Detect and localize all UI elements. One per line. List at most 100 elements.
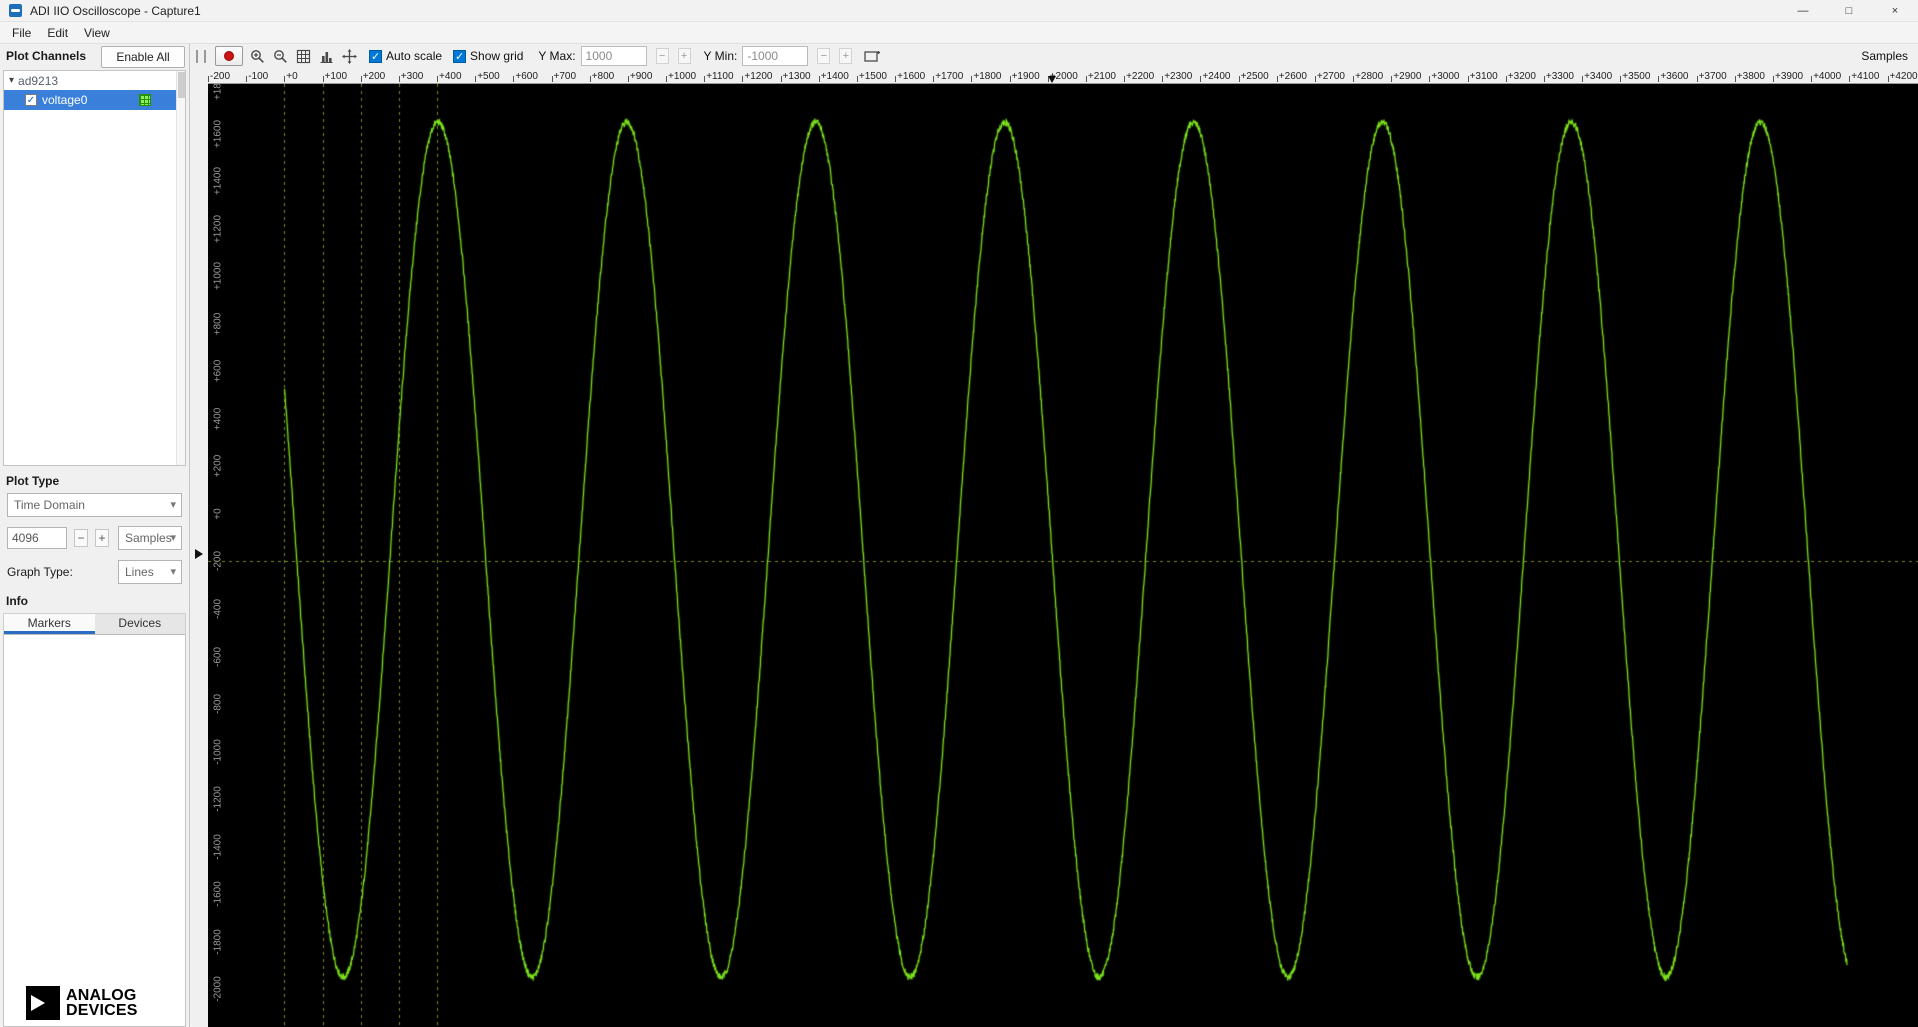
sidebar: Plot Channels Enable All ▾ ad9213 voltag… <box>0 44 190 1027</box>
menu-file[interactable]: File <box>4 22 39 43</box>
y-min-label: Y Min: <box>703 49 738 63</box>
tab-devices[interactable]: Devices <box>95 614 186 634</box>
x-tick-label: +100 <box>322 71 348 82</box>
close-button[interactable]: × <box>1872 0 1918 21</box>
x-tick-label: +3900 <box>1773 71 1804 82</box>
x-tick-label: +2800 <box>1353 71 1384 82</box>
auto-scale-group: Auto scale <box>369 49 442 63</box>
x-tick-label: +2200 <box>1124 71 1155 82</box>
x-tick-label: +3000 <box>1429 71 1460 82</box>
x-tick-label: +2900 <box>1391 71 1422 82</box>
record-icon <box>224 51 234 61</box>
show-grid-checkbox[interactable] <box>453 49 467 63</box>
x-tick-label: +1900 <box>1009 71 1040 82</box>
x-tick-label: +1000 <box>666 71 697 82</box>
menu-view[interactable]: View <box>76 22 118 43</box>
auto-scale-checkbox[interactable] <box>369 49 382 63</box>
x-tick-label: +500 <box>475 71 500 82</box>
x-tick-label: +2600 <box>1276 71 1307 82</box>
x-tick-label: +4000 <box>1811 71 1842 82</box>
x-tick-label: +2500 <box>1238 71 1269 82</box>
adi-logo-line2: DEVICES <box>66 1002 138 1019</box>
ruler-position-marker[interactable] <box>1047 76 1056 83</box>
channel-row[interactable]: voltage0 <box>4 90 185 110</box>
x-tick-label: +400 <box>437 71 462 82</box>
graph-type-row: Graph Type: Lines <box>7 560 182 584</box>
sample-count-decrement-button[interactable]: − <box>74 529 88 547</box>
plot-type-value: Time Domain <box>14 498 85 512</box>
x-tick-label: +1400 <box>818 71 849 82</box>
x-tick-label: +2300 <box>1162 71 1193 82</box>
info-label: Info <box>6 594 28 608</box>
sample-count-increment-button[interactable]: + <box>95 529 109 547</box>
y-axis-gutter <box>190 84 208 1027</box>
menubar: File Edit View <box>0 22 1918 44</box>
graph-type-dropdown[interactable]: Lines <box>118 560 182 584</box>
x-tick-label: +3700 <box>1696 71 1727 82</box>
sample-unit-dropdown[interactable]: Samples <box>118 526 182 550</box>
titlebar: ADI IIO Oscilloscope - Capture1 — □ × <box>0 0 1918 22</box>
new-plot-icon[interactable] <box>863 47 881 65</box>
x-tick-label: -200 <box>208 71 231 82</box>
y-max-increment-button[interactable]: + <box>677 48 691 64</box>
plot-channels-label: Plot Channels <box>6 49 87 63</box>
capture-panel: Auto scale Show grid Y Max: − + Y Min: −… <box>190 44 1918 1027</box>
x-tick-label: +3600 <box>1658 71 1689 82</box>
channel-checkbox[interactable] <box>25 94 37 106</box>
info-tab-content: ANALOG DEVICES <box>3 635 186 1027</box>
x-tick-label: +300 <box>398 71 424 82</box>
x-tick-label: -100 <box>246 71 269 82</box>
x-tick-label: +3200 <box>1505 71 1536 82</box>
plot-canvas[interactable] <box>208 84 1918 1027</box>
y-marker-arrow[interactable] <box>195 549 203 560</box>
x-tick-label: +2100 <box>1085 71 1116 82</box>
y-min-decrement-button[interactable]: − <box>817 48 831 64</box>
tree-scrollbar-thumb[interactable] <box>178 72 185 98</box>
auto-scale-label: Auto scale <box>386 49 443 63</box>
plot-channels-header: Plot Channels Enable All <box>0 44 189 70</box>
x-tick-label: +3800 <box>1734 71 1765 82</box>
menu-edit[interactable]: Edit <box>39 22 76 43</box>
x-tick-label: +0 <box>284 71 298 82</box>
zoom-in-icon[interactable] <box>248 47 266 65</box>
x-ruler[interactable]: -200 -100 +0 +100 +200 +300 +400 +500 +600 +700 +8… <box>208 68 1918 84</box>
toolbar-grip[interactable] <box>196 49 206 63</box>
x-tick-label: +3100 <box>1467 71 1498 82</box>
y-max-input[interactable] <box>580 46 647 66</box>
x-tick-label: +2700 <box>1314 71 1345 82</box>
window-controls: — □ × <box>1780 0 1918 21</box>
capture-toolbar: Auto scale Show grid Y Max: − + Y Min: −… <box>190 44 1918 68</box>
x-tick-label: +4200 <box>1887 71 1918 82</box>
enable-all-button[interactable]: Enable All <box>101 46 185 68</box>
x-tick-label: +600 <box>513 71 538 82</box>
y-min-input[interactable] <box>742 46 809 66</box>
x-tick-label: +1100 <box>704 71 734 82</box>
sample-count-input[interactable] <box>7 527 67 549</box>
maximize-button[interactable]: □ <box>1826 0 1872 21</box>
histogram-icon[interactable] <box>317 47 335 65</box>
grid-view-icon[interactable] <box>294 47 312 65</box>
y-max-decrement-button[interactable]: − <box>655 48 669 64</box>
channel-color-swatch[interactable] <box>139 94 151 106</box>
x-tick-label: +3400 <box>1582 71 1613 82</box>
plot-type-dropdown[interactable]: Time Domain <box>7 493 182 517</box>
tree-scrollbar[interactable] <box>176 71 185 465</box>
sample-unit-value: Samples <box>125 531 172 545</box>
x-tick-label: +700 <box>551 71 577 82</box>
x-tick-label: +900 <box>627 71 653 82</box>
x-tick-label: +3300 <box>1543 71 1574 82</box>
pan-icon[interactable] <box>340 47 358 65</box>
expander-icon[interactable]: ▾ <box>9 75 14 86</box>
x-tick-label: +4100 <box>1849 71 1880 82</box>
adi-logo-mark <box>26 986 60 1020</box>
y-min-increment-button[interactable]: + <box>839 48 853 64</box>
capture-record-button[interactable] <box>215 46 243 66</box>
plot-type-label: Plot Type <box>6 474 60 488</box>
zoom-out-icon[interactable] <box>271 47 289 65</box>
adi-logo-line1: ANALOG <box>66 986 137 1004</box>
x-tick-label: +1300 <box>780 71 811 82</box>
device-row[interactable]: ▾ ad9213 <box>4 71 185 90</box>
minimize-button[interactable]: — <box>1780 0 1826 21</box>
tab-markers[interactable]: Markers <box>4 614 95 634</box>
x-tick-label: +1800 <box>971 71 1002 82</box>
